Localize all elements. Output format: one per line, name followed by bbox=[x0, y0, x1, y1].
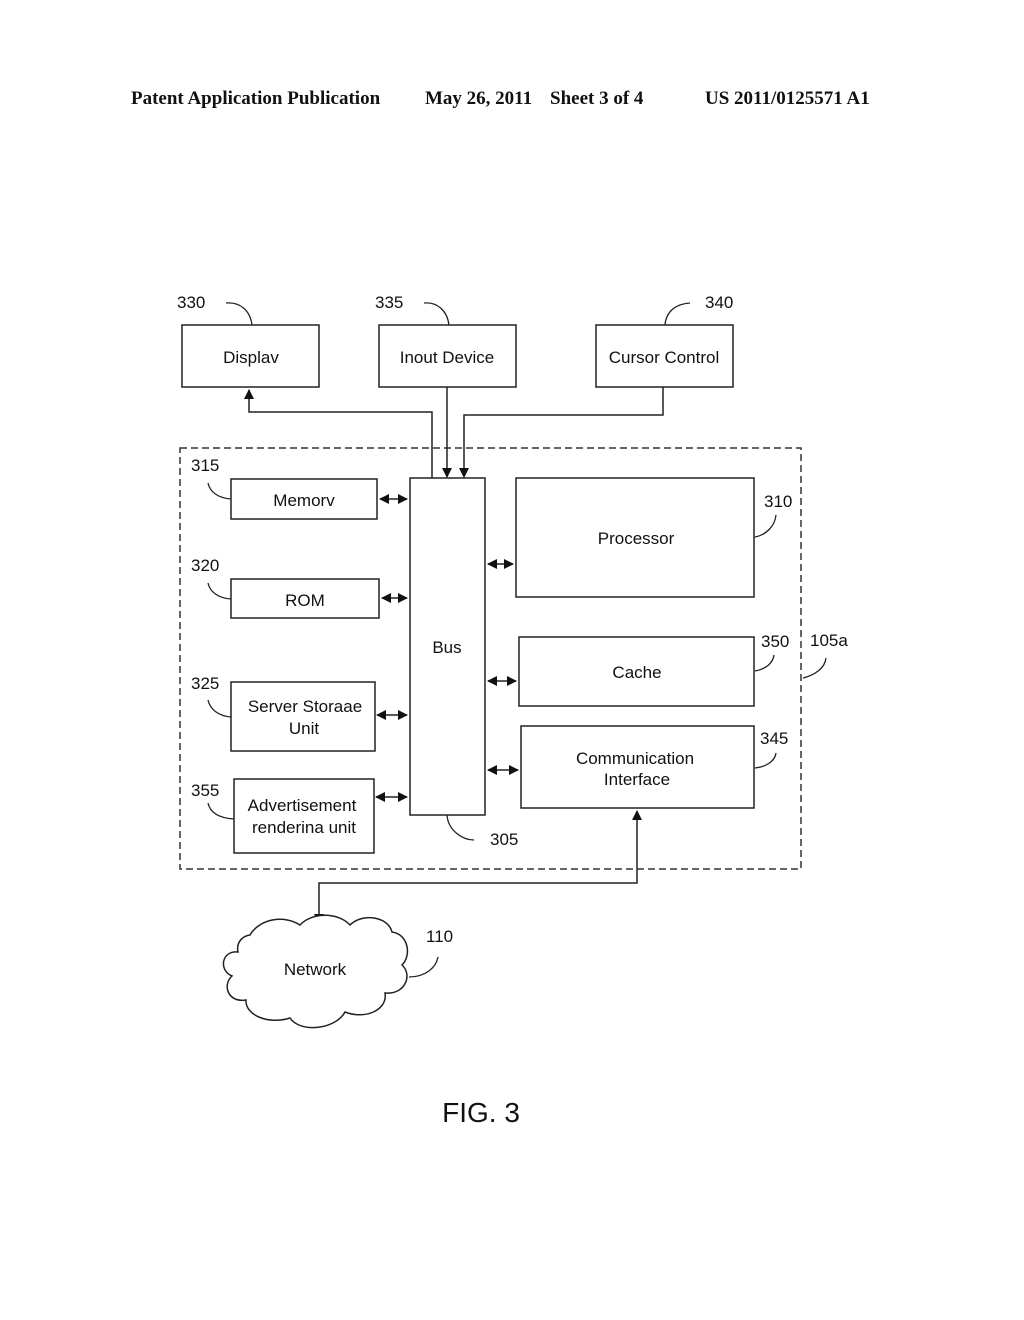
leader-340 bbox=[664, 302, 691, 326]
network-label: Network bbox=[284, 960, 347, 979]
ref-340: 340 bbox=[705, 293, 733, 312]
ref-355: 355 bbox=[191, 781, 219, 800]
display-block: Displav 330 bbox=[177, 293, 320, 388]
comm-interface-label-line1: Communication bbox=[576, 749, 694, 768]
bus-to-display-line bbox=[244, 389, 433, 478]
bus-block: Bus 305 bbox=[409, 477, 518, 849]
leader-110 bbox=[408, 956, 439, 978]
leader-305 bbox=[446, 814, 475, 841]
leader-355 bbox=[207, 802, 235, 820]
leader-105a bbox=[802, 657, 827, 679]
comm-interface-label-line2: Interface bbox=[604, 770, 670, 789]
ref-315: 315 bbox=[191, 456, 219, 475]
cache-label: Cache bbox=[612, 663, 661, 682]
leader-320 bbox=[207, 582, 232, 600]
server-storage-label-line2: Unit bbox=[289, 719, 320, 738]
processor-label: Processor bbox=[598, 529, 675, 548]
leader-310 bbox=[754, 514, 777, 538]
leader-345 bbox=[754, 752, 777, 769]
memory-block: Memorv 315 bbox=[191, 456, 378, 520]
ref-325: 325 bbox=[191, 674, 219, 693]
processor-block: Processor 310 bbox=[515, 477, 792, 598]
ref-310: 310 bbox=[764, 492, 792, 511]
ref-330: 330 bbox=[177, 293, 205, 312]
ref-350: 350 bbox=[761, 632, 789, 651]
leader-330 bbox=[225, 302, 253, 326]
rom-label: ROM bbox=[285, 591, 325, 610]
ref-110: 110 bbox=[426, 927, 453, 946]
ad-rendering-label-line1: Advertisement bbox=[248, 796, 357, 815]
leader-335 bbox=[423, 302, 450, 326]
communication-interface-block: Communication Interface 345 bbox=[520, 725, 788, 809]
ref-345: 345 bbox=[760, 729, 788, 748]
network-cloud: Network 110 bbox=[222, 914, 453, 1029]
figure-caption: FIG. 3 bbox=[442, 1097, 520, 1128]
leader-350 bbox=[754, 654, 775, 672]
server-storage-label-line1: Server Storaae bbox=[248, 697, 362, 716]
server-storage-block: Server Storaae Unit 325 bbox=[191, 674, 376, 752]
cursor-to-bus-line bbox=[459, 387, 664, 478]
ref-335: 335 bbox=[375, 293, 403, 312]
rom-block: ROM 320 bbox=[191, 556, 380, 619]
ref-305: 305 bbox=[490, 830, 518, 849]
display-label: Displav bbox=[223, 348, 279, 367]
cursor-control-block: Cursor Control 340 bbox=[595, 293, 734, 388]
leader-315 bbox=[207, 482, 232, 500]
memory-label: Memorv bbox=[273, 491, 335, 510]
ref-105a: 105a bbox=[810, 631, 848, 650]
ref-320: 320 bbox=[191, 556, 219, 575]
cache-block: Cache 350 bbox=[518, 632, 789, 707]
input-device-block: Inout Device 335 bbox=[375, 293, 517, 388]
ad-rendering-block: Advertisement renderina unit 355 bbox=[191, 778, 375, 854]
bus-label: Bus bbox=[432, 638, 461, 657]
cursor-control-label: Cursor Control bbox=[609, 348, 720, 367]
input-device-label: Inout Device bbox=[400, 348, 495, 367]
ad-rendering-label-line2: renderina unit bbox=[252, 818, 356, 837]
block-diagram: 105a Displav 330 Inout Device 335 Cursor… bbox=[177, 293, 848, 1128]
leader-325 bbox=[207, 699, 232, 718]
